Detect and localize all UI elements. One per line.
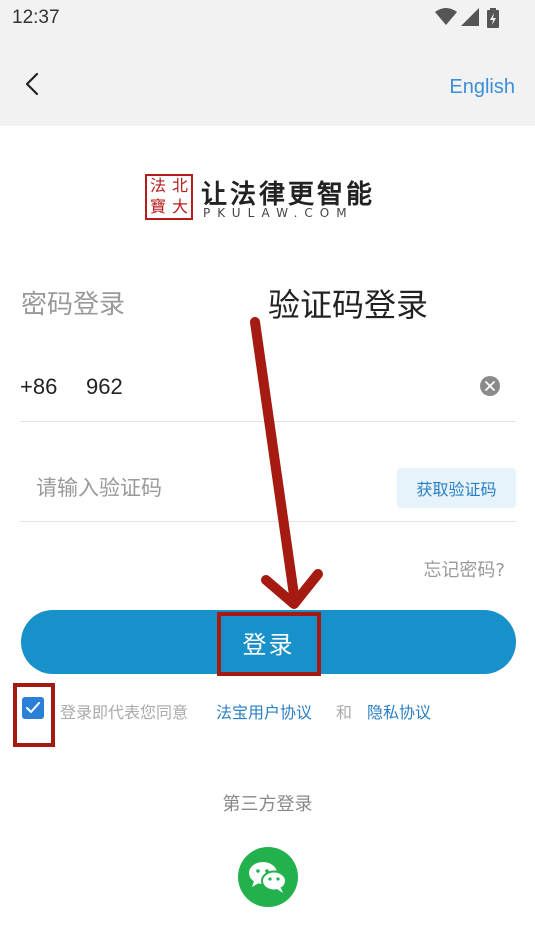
wifi-icon bbox=[435, 8, 457, 25]
language-switch-button[interactable]: English bbox=[449, 76, 515, 99]
tab-password-login[interactable]: 密码登录 bbox=[21, 284, 125, 321]
country-code[interactable]: +86 bbox=[20, 374, 57, 400]
third-party-title: 第三方登录 bbox=[222, 794, 313, 815]
status-bar: 12:37 bbox=[0, 0, 535, 38]
user-agreement-link[interactable]: 法宝用户协议 bbox=[216, 699, 312, 723]
verification-code-input[interactable] bbox=[36, 472, 376, 506]
phone-row: +86 bbox=[20, 352, 516, 422]
pkulaw-logo: 法 北 寶 大 让法律更智能 PKULAW.COM bbox=[145, 174, 385, 222]
status-time: 12:37 bbox=[12, 7, 60, 28]
logo-seal: 法 北 寶 大 bbox=[145, 174, 193, 220]
checkmark-icon bbox=[26, 702, 40, 713]
login-button-label: 登录 bbox=[242, 630, 295, 659]
agreement-and: 和 bbox=[336, 703, 353, 722]
forgot-password-link[interactable]: 忘记密码? bbox=[423, 556, 505, 582]
chevron-left-icon bbox=[25, 72, 39, 96]
clear-phone-button[interactable] bbox=[480, 376, 500, 396]
seal-char: 法 bbox=[149, 176, 166, 195]
seal-char: 北 bbox=[171, 176, 188, 195]
seal-char: 大 bbox=[171, 197, 188, 216]
agreement-row: 登录即代表您同意 法宝用户协议 和 隐私协议 bbox=[22, 697, 522, 723]
get-code-button[interactable]: 获取验证码 bbox=[397, 468, 516, 508]
battery-icon bbox=[487, 8, 499, 28]
phone-input[interactable] bbox=[86, 370, 466, 404]
tab-code-login[interactable]: 验证码登录 bbox=[268, 280, 428, 326]
app-header: English bbox=[0, 38, 535, 126]
wechat-login-button[interactable] bbox=[238, 847, 298, 907]
signal-icon bbox=[461, 8, 479, 26]
login-button[interactable]: 登录 bbox=[21, 610, 516, 674]
logo-domain: PKULAW.COM bbox=[203, 206, 354, 220]
code-row: 获取验证码 bbox=[20, 452, 516, 522]
privacy-policy-link[interactable]: 隐私协议 bbox=[367, 699, 431, 723]
seal-char: 寶 bbox=[149, 197, 166, 216]
back-button[interactable] bbox=[14, 66, 50, 102]
wechat-icon bbox=[249, 862, 287, 893]
clear-circle-icon bbox=[485, 381, 495, 391]
agreement-checkbox[interactable] bbox=[22, 697, 44, 719]
agreement-prefix: 登录即代表您同意 bbox=[60, 703, 189, 722]
